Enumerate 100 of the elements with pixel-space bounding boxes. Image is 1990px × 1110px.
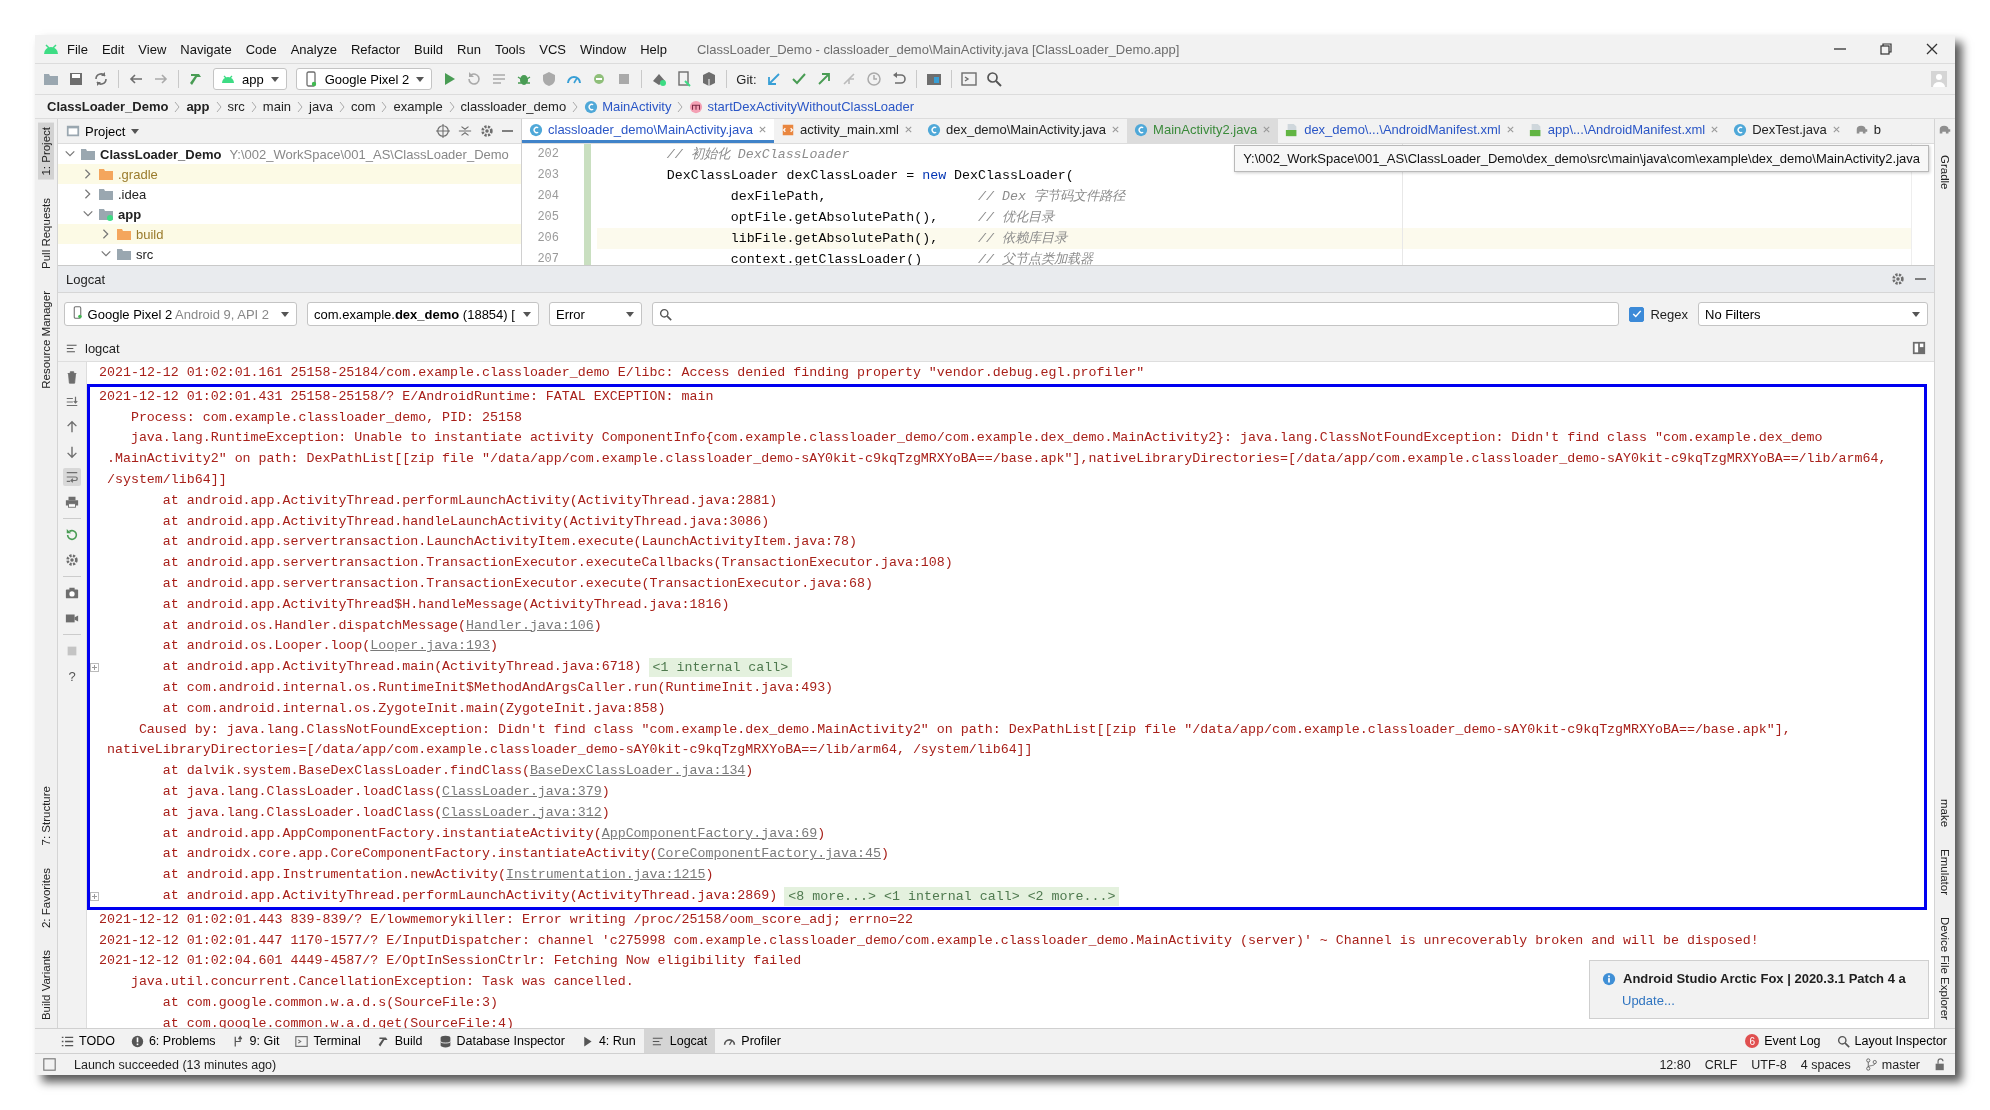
close-icon[interactable] <box>1111 125 1121 134</box>
menu-item[interactable]: Tools <box>488 39 532 59</box>
fold-toggle-icon[interactable] <box>90 891 99 901</box>
breadcrumb-item[interactable]: example <box>391 99 445 114</box>
up-arrow-icon[interactable] <box>65 420 79 434</box>
breadcrumb-item[interactable]: src <box>225 99 247 114</box>
tool-window-tab[interactable]: Logcat <box>643 1029 716 1053</box>
collapse-icon[interactable] <box>458 124 472 138</box>
tool-window-tab[interactable]: Resource Manager <box>38 286 54 393</box>
close-icon[interactable] <box>1505 125 1515 134</box>
layout-icon[interactable] <box>1912 341 1926 355</box>
settings-icon[interactable] <box>480 124 494 138</box>
status-item[interactable]: 12:80 <box>1659 1057 1691 1072</box>
tool-window-tab[interactable]: Pull Requests <box>38 193 54 273</box>
search-field[interactable] <box>652 302 1620 326</box>
list-icon[interactable] <box>491 71 508 87</box>
breadcrumb-item[interactable]: com <box>348 99 378 114</box>
device-dropdown[interactable]: Google Pixel 2 <box>295 68 433 90</box>
menu-item[interactable]: Window <box>573 39 633 59</box>
checkbox[interactable] <box>1629 306 1645 322</box>
close-icon[interactable] <box>903 125 913 134</box>
tool-window-tab[interactable]: Device File Explorer <box>1937 913 1953 1024</box>
editor-tab[interactable]: activity_main.xml <box>773 119 920 143</box>
restart-icon[interactable] <box>65 528 79 542</box>
breadcrumb-item[interactable]: main <box>260 99 294 114</box>
tool-window-tab[interactable]: 4: Run <box>572 1029 644 1053</box>
toggle-button[interactable] <box>63 468 81 486</box>
settings-icon[interactable] <box>1891 272 1905 286</box>
search-icon[interactable] <box>985 71 1002 87</box>
close-icon[interactable] <box>1710 125 1720 134</box>
log-level-dropdown[interactable]: Error <box>549 302 642 326</box>
menu-item[interactable]: File <box>61 39 94 59</box>
fold-badge[interactable]: <1 internal call> <box>648 658 793 678</box>
status-item[interactable]: 4 spaces <box>1800 1057 1851 1072</box>
tool-window-tab[interactable]: Terminal <box>287 1029 369 1053</box>
source-link[interactable]: BaseDexClassLoader.java:134 <box>529 763 746 779</box>
device-dropdown[interactable]: Google Pixel 2 Android 9, API 2 <box>64 302 297 326</box>
close-icon[interactable] <box>1831 125 1841 134</box>
status-item[interactable]: UTF-8 <box>1751 1057 1787 1072</box>
down-arrow-icon[interactable] <box>65 445 79 459</box>
status-item[interactable]: CRLF <box>1704 1057 1738 1072</box>
editor-tab[interactable]: dex_demo\...\AndroidManifest.xml <box>1278 119 1522 143</box>
source-link[interactable]: ClassLoader.java:379 <box>442 783 602 799</box>
tool-window-tab[interactable]: Emulator <box>1937 845 1953 900</box>
menu-item[interactable]: Edit <box>95 39 131 59</box>
stop-icon[interactable] <box>65 644 79 658</box>
tool-window-tab[interactable]: Profiler <box>715 1029 789 1053</box>
close-icon[interactable] <box>1262 125 1272 134</box>
trash-icon[interactable] <box>65 370 79 384</box>
panel-title[interactable]: Project <box>66 123 141 139</box>
fold-badge[interactable]: <8 more...> <1 internal call> <2 more...> <box>784 886 1120 906</box>
filter-dropdown[interactable]: No Filters <box>1698 302 1928 326</box>
target-icon[interactable] <box>436 124 450 138</box>
editor-tab[interactable]: b <box>1847 119 1888 143</box>
shield-icon[interactable] <box>541 71 558 87</box>
tree-item-label[interactable]: .gradle <box>118 166 158 182</box>
tree-item-label[interactable]: build <box>136 226 164 242</box>
tool-window-tab[interactable]: Layout Inspector <box>1828 1029 1955 1053</box>
breadcrumb-item[interactable]: startDexActivityWithoutClassLoader <box>687 99 917 114</box>
open-folder-icon[interactable] <box>43 71 59 87</box>
editor-tab[interactable]: dex_demo\MainActivity.java <box>919 119 1128 143</box>
menu-item[interactable]: View <box>132 39 173 59</box>
breadcrumb-item[interactable]: classloader_demo <box>458 99 569 114</box>
printer-icon[interactable] <box>65 495 79 509</box>
check-icon[interactable] <box>790 71 807 87</box>
sync-icon[interactable] <box>93 71 109 87</box>
source-link[interactable]: Handler.java:106 <box>466 617 594 633</box>
tool-window-tab[interactable]: Database Inspector <box>430 1029 573 1053</box>
breadcrumb-item[interactable]: java <box>307 99 335 114</box>
branch-widget[interactable]: master <box>1864 1057 1920 1072</box>
update-link[interactable]: Update... <box>1602 993 1916 1008</box>
menu-item[interactable]: Analyze <box>284 39 343 59</box>
menu-item[interactable]: Help <box>634 39 673 59</box>
breadcrumb-item[interactable]: app <box>184 99 212 114</box>
menu-item[interactable]: Build <box>408 39 449 59</box>
tool-window-tab[interactable]: Build Variants <box>38 945 54 1024</box>
breadcrumb-item[interactable]: ClassLoader_Demo <box>45 99 171 114</box>
source-link[interactable]: Looper.java:193 <box>370 638 490 654</box>
tool-window-tab[interactable]: make <box>1937 794 1953 832</box>
menu-item[interactable]: Navigate <box>174 39 238 59</box>
terminal-icon[interactable] <box>960 71 977 87</box>
source-link[interactable]: ClassLoader.java:312 <box>442 804 602 820</box>
tree-item-label[interactable]: app <box>118 206 142 222</box>
hammer-icon[interactable] <box>188 71 204 87</box>
status-icon[interactable] <box>43 1058 56 1071</box>
run-configuration-dropdown[interactable]: app <box>213 68 287 90</box>
lock-icon[interactable] <box>1934 1058 1947 1071</box>
tree-item-label[interactable]: src <box>136 246 154 262</box>
clock-icon[interactable] <box>865 71 882 87</box>
tree-item-label[interactable]: .idea <box>118 186 147 202</box>
editor-tab[interactable]: DexTest.java <box>1726 119 1848 143</box>
tool-window-tab[interactable]: 6: Problems <box>122 1029 224 1053</box>
menu-item[interactable]: VCS <box>533 39 572 59</box>
tool-window-tab[interactable]: 2: Favorites <box>38 863 54 932</box>
save-icon[interactable] <box>68 71 84 87</box>
fold-toggle-icon[interactable] <box>90 663 99 673</box>
menu-item[interactable]: Refactor <box>344 39 407 59</box>
source-link[interactable]: Instrumentation.java:1215 <box>505 867 706 883</box>
scroll-to-end-icon[interactable] <box>65 395 79 409</box>
editor-tab[interactable]: app\...\AndroidManifest.xml <box>1521 119 1727 143</box>
